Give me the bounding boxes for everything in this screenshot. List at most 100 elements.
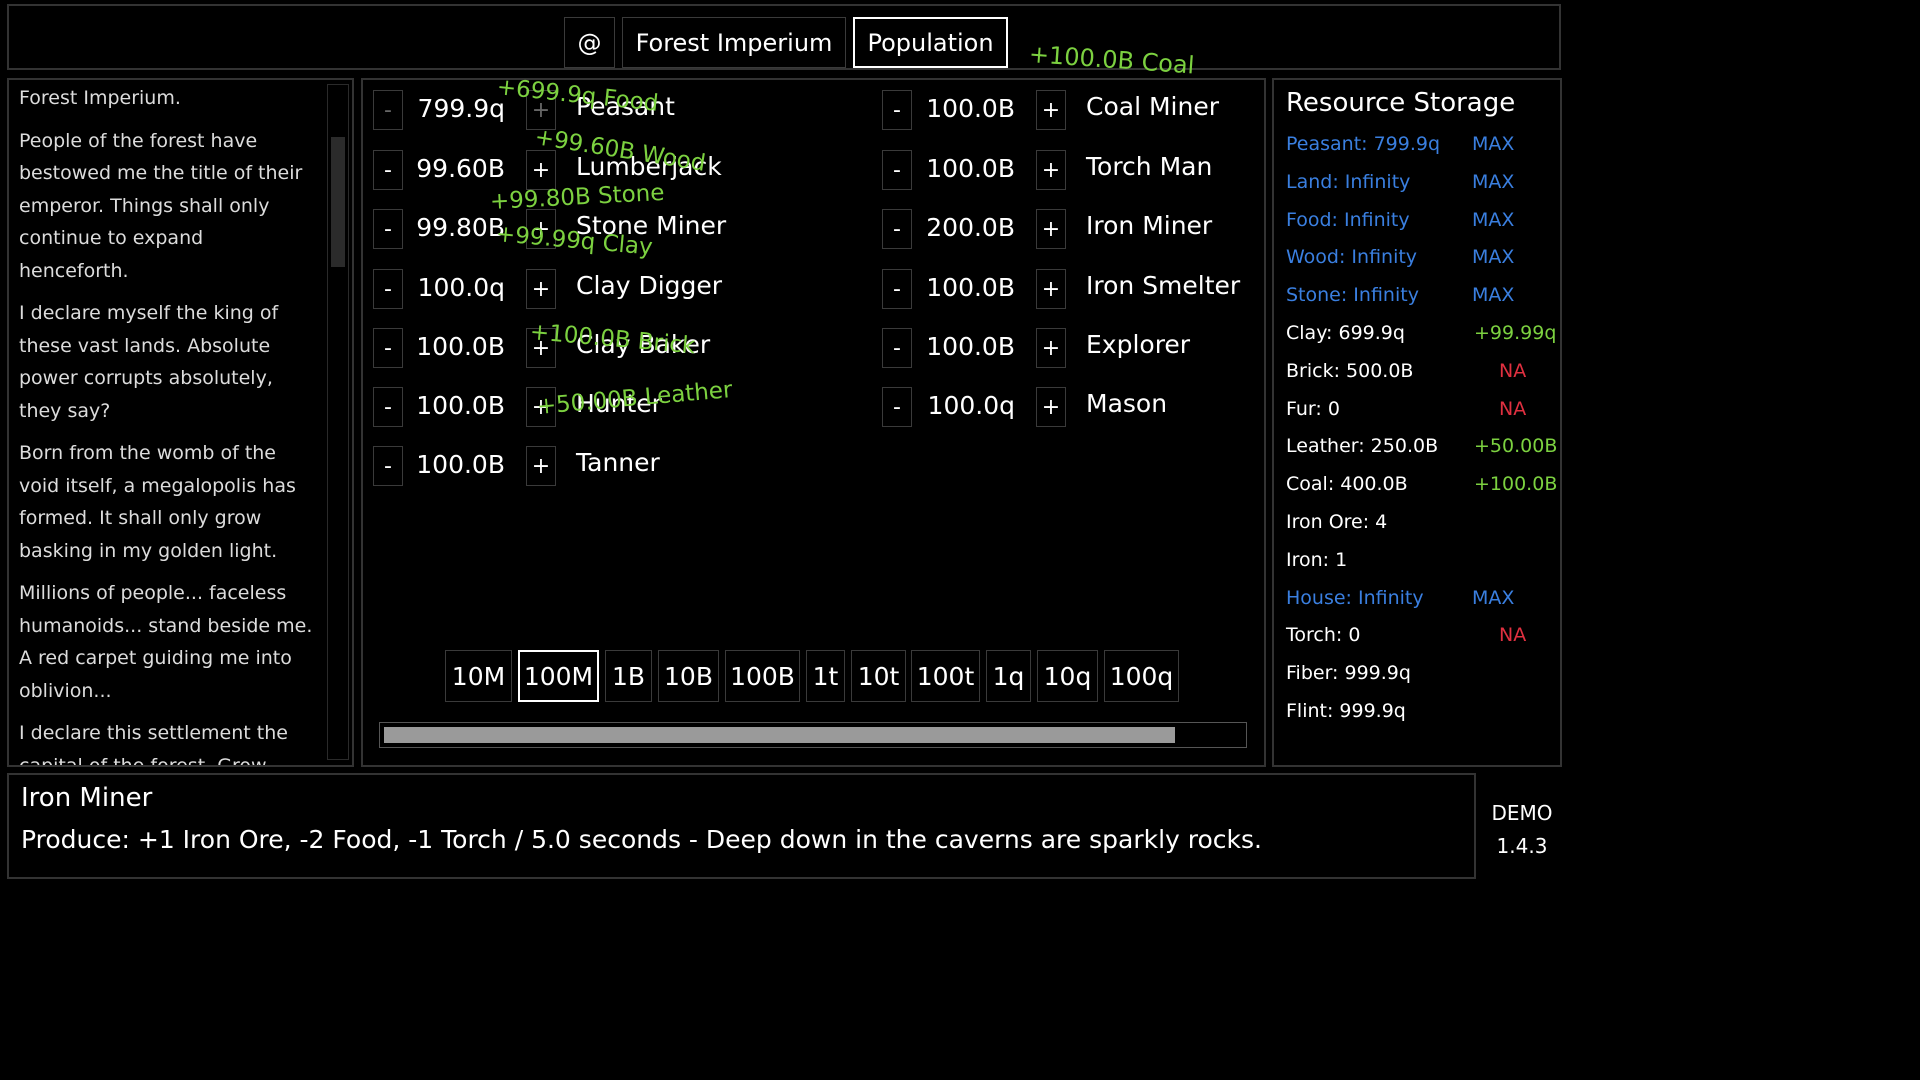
tanner-count: 100.0B [416,450,505,479]
storage-row: Wood: Infinity MAX [1286,246,1556,276]
at-button[interactable]: @ [564,17,615,68]
tanner-plus-button[interactable]: + [526,446,556,486]
story-paragraph: I declare this settlement the capital of… [19,722,288,767]
stone-miner-minus-button[interactable]: - [373,209,403,249]
explorer-plus-button[interactable]: + [1036,328,1066,368]
coal-miner-count: 100.0B [926,94,1015,123]
storage-resource-label: Fur: 0 [1286,398,1340,420]
story-scroll-thumb[interactable] [331,137,345,267]
story-paragraph: I declare myself the king of these vast … [19,302,279,422]
storage-resource-label: Food: Infinity [1286,209,1410,231]
storage-row: Iron: 1 [1286,549,1556,579]
multiplier-button-100b[interactable]: 100B [725,650,800,702]
mason-plus-button[interactable]: + [1036,387,1066,427]
storage-status: +100.0B [1474,473,1558,495]
explorer-label: Explorer [1086,330,1191,359]
storage-resource-label: Clay: 699.9q [1286,322,1405,344]
storage-resource-label: Torch: 0 [1286,624,1361,646]
storage-row: House: Infinity MAX [1286,587,1556,617]
story-panel: Forest Imperium. People of the forest hav… [7,78,354,767]
multiplier-button-100t[interactable]: 100t [911,650,980,702]
multiplier-button-1t[interactable]: 1t [806,650,845,702]
storage-resource-label: Brick: 500.0B [1286,360,1414,382]
multiplier-button-10t[interactable]: 10t [851,650,906,702]
explorer-minus-button[interactable]: - [882,328,912,368]
storage-row: Coal: 400.0B +100.0B [1286,473,1558,503]
multiplier-button-100q[interactable]: 100q [1104,650,1179,702]
storage-row: Land: Infinity MAX [1286,171,1556,201]
storage-status: NA [1499,398,1527,420]
coal-gain-float: +100.0B Coal [1028,40,1196,80]
clay-baker-minus-button[interactable]: - [373,328,403,368]
storage-resource-label: Flint: 999.9q [1286,700,1406,722]
clay-digger-minus-button[interactable]: - [373,269,403,309]
storage-resource-label: Leather: 250.0B [1286,435,1439,457]
explorer-count: 100.0B [926,332,1015,361]
coal-miner-plus-button[interactable]: + [1036,90,1066,130]
progress-bar [379,722,1247,748]
torch-man-count: 100.0B [926,154,1015,183]
iron-smelter-label: Iron Smelter [1086,271,1241,300]
iron-smelter-plus-button[interactable]: + [1036,269,1066,309]
storage-row: Peasant: 799.9q MAX [1286,133,1556,163]
resource-storage-title: Resource Storage [1286,88,1516,118]
storage-row: Torch: 0 NA [1286,624,1556,654]
hunter-minus-button[interactable]: - [373,387,403,427]
iron-miner-minus-button[interactable]: - [882,209,912,249]
multiplier-button-100m[interactable]: 100M [518,650,599,702]
storage-row: Food: Infinity MAX [1286,209,1556,239]
multiplier-button-10m[interactable]: 10M [445,650,512,702]
storage-status: MAX [1472,171,1515,193]
peasant-minus-button[interactable]: - [373,90,403,130]
coal-miner-minus-button[interactable]: - [882,90,912,130]
storage-row: Stone: Infinity MAX [1286,284,1556,314]
multiplier-button-10b[interactable]: 10B [658,650,719,702]
coal-miner-label: Coal Miner [1086,92,1219,121]
story-text: Forest Imperium. People of the forest hav… [19,82,315,767]
torch-man-plus-button[interactable]: + [1036,150,1066,190]
resource-storage-panel: Resource Storage Peasant: 799.9q MAX Land:… [1272,78,1562,767]
storage-resource-label: Iron: 1 [1286,549,1348,571]
multiplier-button-10q[interactable]: 10q [1037,650,1098,702]
clay-digger-label: Clay Digger [576,271,723,300]
torch-man-minus-button[interactable]: - [882,150,912,190]
storage-resource-label: Fiber: 999.9q [1286,662,1411,684]
story-paragraph: Born from the womb of the void itself, a… [19,442,296,562]
info-panel: Iron Miner Produce: +1 Iron Ore, -2 Food… [7,773,1476,879]
story-paragraph: People of the forest have bestowed me th… [19,129,303,282]
story-scrollbar[interactable] [327,84,349,760]
storage-row: Fur: 0 NA [1286,398,1556,428]
multiplier-button-1q[interactable]: 1q [986,650,1031,702]
tab-population[interactable]: Population [853,17,1008,68]
demo-label: DEMO [1491,801,1553,825]
iron-smelter-minus-button[interactable]: - [882,269,912,309]
storage-status: +50.00B [1474,435,1558,457]
mason-minus-button[interactable]: - [882,387,912,427]
story-paragraph: Millions of people... faceless humanoids… [19,582,313,702]
tanner-label: Tanner [576,448,660,477]
storage-status: NA [1499,624,1527,646]
clay-digger-plus-button[interactable]: + [526,269,556,309]
storage-row: Leather: 250.0B +50.00B [1286,435,1558,465]
stone-miner-count: 99.80B [416,213,505,242]
storage-resource-label: Coal: 400.0B [1286,473,1408,495]
version-box: DEMO 1.4.3 [1476,773,1568,879]
iron-miner-plus-button[interactable]: + [1036,209,1066,249]
iron-smelter-count: 100.0B [926,273,1015,302]
lumberjack-plus-button[interactable]: + [526,150,556,190]
storage-resource-label: Peasant: 799.9q [1286,133,1441,155]
iron-miner-label: Iron Miner [1086,211,1213,240]
tab-forest-imperium[interactable]: Forest Imperium [622,17,846,68]
top-bar: @ Forest Imperium Population +100.0B Coa… [7,4,1561,80]
lumberjack-minus-button[interactable]: - [373,150,403,190]
tanner-minus-button[interactable]: - [373,446,403,486]
storage-resource-label: Wood: Infinity [1286,246,1418,268]
torch-man-label: Torch Man [1086,152,1213,181]
mason-label: Mason [1086,389,1168,418]
multiplier-button-1b[interactable]: 1B [605,650,652,702]
info-description: Produce: +1 Iron Ore, -2 Food, -1 Torch … [21,825,1262,854]
storage-status: MAX [1472,246,1515,268]
storage-resource-label: Iron Ore: 4 [1286,511,1388,533]
info-title: Iron Miner [21,783,153,813]
peasant-count: 799.9q [417,94,505,123]
